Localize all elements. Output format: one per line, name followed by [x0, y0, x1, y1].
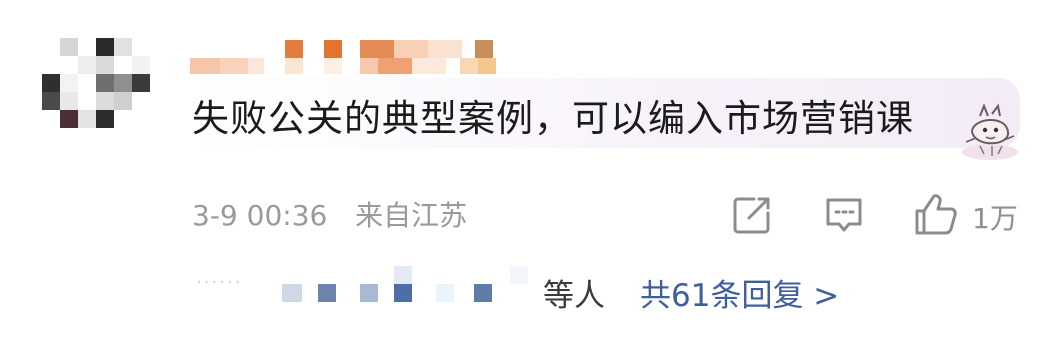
comment-location: 来自江苏: [355, 199, 468, 232]
comment-text: 失败公关的典型案例，可以编入市场营销课: [192, 97, 914, 140]
comment-time: 3-9 00:36: [192, 199, 328, 232]
share-edit-icon[interactable]: [732, 195, 772, 235]
comment-icon[interactable]: [824, 195, 864, 235]
comment-bubble[interactable]: 失败公关的典型案例，可以编入市场营销课: [190, 78, 1020, 148]
comment-meta: 3-9 00:36 来自江苏: [192, 194, 467, 234]
reply-ellipsis: ······: [196, 272, 243, 293]
reply-users-suffix: 等人: [543, 278, 605, 314]
sticker-icon: [962, 103, 1018, 160]
avatar[interactable]: [38, 35, 158, 140]
thumbs-up-icon[interactable]: [914, 192, 958, 236]
like-count: 1万: [972, 202, 1018, 235]
reply-user-avatars[interactable]: [282, 266, 542, 308]
view-replies-link[interactable]: 共61条回复 >: [640, 270, 839, 315]
username[interactable]: [190, 38, 520, 78]
